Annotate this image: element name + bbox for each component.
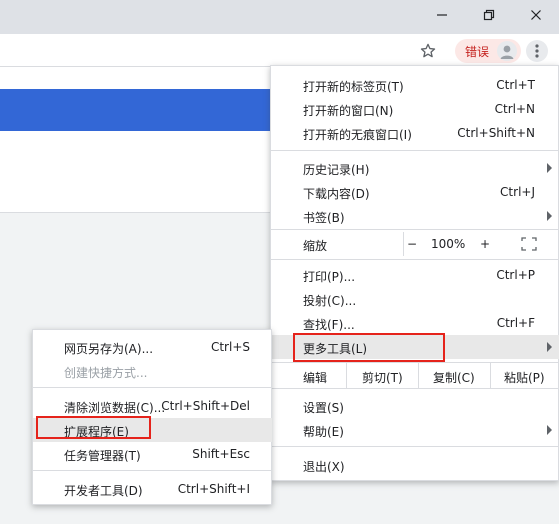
menu-item-settings[interactable]: 设置(S): [271, 394, 559, 418]
menu-item-history[interactable]: 历史记录(H): [271, 156, 559, 180]
zoom-divider: [403, 232, 404, 256]
menu-item-label: 下载内容(D): [303, 187, 370, 201]
shortcut-label: Ctrl+Shift+Del: [161, 399, 250, 413]
chrome-main-menu: 打开新的标签页(T) Ctrl+T 打开新的窗口(N) Ctrl+N 打开新的无…: [270, 65, 559, 481]
zoom-out-button[interactable]: −: [405, 237, 419, 251]
shortcut-label: Ctrl+P: [496, 268, 535, 282]
close-icon[interactable]: [513, 0, 559, 30]
menu-divider: [33, 387, 271, 388]
shortcut-label: Ctrl+J: [500, 185, 535, 199]
menu-item-label: 清除浏览数据(C)...: [64, 401, 166, 415]
submenu-item-create-shortcut: 创建快捷方式...: [33, 359, 272, 383]
menu-item-new-tab[interactable]: 打开新的标签页(T) Ctrl+T: [271, 73, 559, 97]
menu-item-label: 打印(P)...: [303, 270, 356, 284]
shortcut-label: Ctrl+T: [496, 78, 535, 92]
menu-item-label: 网页另存为(A)...: [64, 342, 154, 356]
menu-item-label: 打开新的无痕窗口(I): [303, 128, 412, 142]
menu-divider: [271, 229, 558, 230]
zoom-in-button[interactable]: +: [478, 237, 492, 251]
cut-button[interactable]: 剪切(T): [347, 363, 418, 388]
shortcut-label: Ctrl+Shift+N: [457, 126, 535, 140]
menu-divider: [33, 470, 271, 471]
submenu-arrow-icon: [547, 163, 552, 173]
fullscreen-icon[interactable]: [521, 237, 537, 254]
error-label: 错误: [465, 45, 490, 59]
zoom-value: 100%: [431, 237, 466, 251]
shortcut-label: Ctrl+S: [210, 340, 250, 354]
profile-error-button[interactable]: 错误: [455, 39, 521, 63]
menu-item-label: 开发者工具(D): [64, 484, 143, 498]
menu-item-downloads[interactable]: 下载内容(D) Ctrl+J: [271, 180, 559, 204]
menu-item-label: 打开新的标签页(T): [303, 80, 404, 94]
menu-divider: [271, 446, 558, 447]
title-bar: [0, 0, 559, 34]
shortcut-label: Ctrl+N: [494, 102, 535, 116]
shortcut-label: Shift+Esc: [192, 447, 250, 461]
zoom-label: 缩放: [303, 239, 328, 253]
cut-label: 剪切(T): [362, 371, 403, 385]
menu-item-help[interactable]: 帮助(E): [271, 418, 559, 442]
menu-item-label: 退出(X): [303, 460, 345, 474]
menu-item-print[interactable]: 打印(P)... Ctrl+P: [271, 263, 559, 287]
submenu-item-dev-tools[interactable]: 开发者工具(D) Ctrl+Shift+I: [33, 477, 272, 501]
shortcut-label: Ctrl+F: [496, 316, 535, 330]
submenu-item-task-manager[interactable]: 任务管理器(T) Shift+Esc: [33, 442, 272, 466]
kebab-menu-icon[interactable]: [526, 40, 548, 62]
submenu-item-clear-data[interactable]: 清除浏览数据(C)... Ctrl+Shift+Del: [33, 394, 272, 418]
browser-toolbar: 错误: [0, 34, 559, 67]
minimize-icon[interactable]: [419, 0, 465, 30]
menu-divider: [271, 259, 558, 260]
menu-item-cast[interactable]: 投射(C)...: [271, 287, 559, 311]
edit-row: 编辑 剪切(T) 复制(C) 粘贴(P): [271, 363, 559, 388]
paste-label: 粘贴(P): [504, 371, 545, 385]
menu-item-label: 帮助(E): [303, 425, 344, 439]
page-card: [0, 67, 270, 213]
menu-item-label: 查找(F)...: [303, 318, 355, 332]
menu-item-find[interactable]: 查找(F)... Ctrl+F: [271, 311, 559, 335]
menu-item-label: 历史记录(H): [303, 163, 370, 177]
menu-item-new-window[interactable]: 打开新的窗口(N) Ctrl+N: [271, 97, 559, 121]
annotation-highlight-box: [293, 333, 445, 362]
shortcut-label: Ctrl+Shift+I: [177, 482, 250, 496]
submenu-arrow-icon: [547, 425, 552, 435]
menu-item-bookmarks[interactable]: 书签(B): [271, 204, 559, 228]
menu-item-label: 书签(B): [303, 211, 345, 225]
menu-divider: [271, 388, 558, 389]
menu-item-label: 投射(C)...: [303, 294, 357, 308]
avatar-icon: [497, 41, 517, 61]
submenu-arrow-icon: [547, 342, 552, 352]
edit-label: 编辑: [303, 371, 328, 385]
copy-button[interactable]: 复制(C): [419, 363, 490, 388]
restore-icon[interactable]: [466, 0, 512, 30]
star-icon[interactable]: [418, 41, 438, 61]
submenu-arrow-icon: [547, 211, 552, 221]
menu-item-exit[interactable]: 退出(X): [271, 453, 559, 477]
copy-label: 复制(C): [433, 371, 475, 385]
zoom-row: 缩放 − 100% +: [271, 232, 559, 256]
menu-item-label: 任务管理器(T): [64, 449, 141, 463]
edit-label-cell: 编辑: [271, 363, 346, 388]
menu-item-label: 打开新的窗口(N): [303, 104, 394, 118]
submenu-item-save-page[interactable]: 网页另存为(A)... Ctrl+S: [33, 335, 272, 359]
paste-button[interactable]: 粘贴(P): [491, 363, 559, 388]
page-banner: [0, 89, 270, 131]
menu-item-label: 设置(S): [303, 401, 344, 415]
more-tools-submenu: 网页另存为(A)... Ctrl+S 创建快捷方式... 清除浏览数据(C)..…: [32, 329, 272, 505]
menu-item-label: 创建快捷方式...: [64, 366, 148, 380]
annotation-highlight-box: [36, 416, 151, 439]
menu-item-new-incognito[interactable]: 打开新的无痕窗口(I) Ctrl+Shift+N: [271, 121, 559, 145]
menu-divider: [271, 150, 558, 151]
